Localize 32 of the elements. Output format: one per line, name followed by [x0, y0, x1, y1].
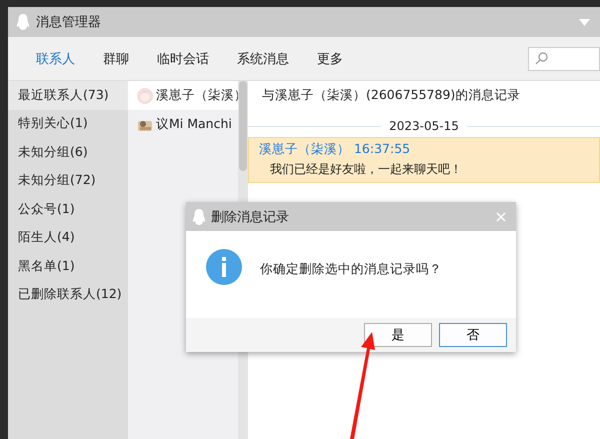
search-field[interactable]: [528, 46, 600, 70]
contact-name: 议Mi Manchi: [156, 116, 232, 133]
dialog-button[interactable]: 是: [364, 323, 432, 347]
tab[interactable]: 联系人: [22, 50, 89, 68]
contact-group[interactable]: 特别关心(1): [8, 110, 128, 138]
contact-group[interactable]: 已删除联系人(12): [8, 280, 128, 309]
dialog-button[interactable]: 否: [439, 323, 507, 347]
window-title: 消息管理器: [36, 14, 102, 31]
contact-group[interactable]: 公众号(1): [8, 195, 128, 224]
penguin-icon: [16, 13, 30, 31]
contact-group[interactable]: 未知分组(72): [8, 166, 128, 195]
contact-group[interactable]: 黑名单(1): [8, 252, 128, 280]
message-header: 溪崽子（柒溪） 16:37:55: [259, 141, 412, 158]
contact-group[interactable]: 陌生人(4): [8, 224, 128, 252]
dropdown-icon[interactable]: [579, 18, 590, 26]
date-label: 2023-05-15: [389, 119, 459, 133]
close-icon[interactable]: [496, 212, 506, 222]
scrollbar-thumb[interactable]: [239, 81, 247, 171]
dialog-title: 删除消息记录: [211, 208, 290, 226]
tab[interactable]: 群聊: [89, 50, 143, 68]
penguin-icon: [192, 208, 206, 226]
contact-group[interactable]: 未知分组(6): [8, 138, 128, 166]
message-text: 我们已经是好友啦，一起来聊天吧！: [269, 161, 463, 178]
dialog-message: 你确定删除选中的消息记录吗？: [260, 261, 442, 278]
contact-group[interactable]: 最近联系人(73): [8, 81, 128, 110]
tab[interactable]: 更多: [303, 50, 357, 68]
avatar-icon: [137, 88, 153, 104]
record-title: 与溪崽子（柒溪）(2606755789)的消息记录: [261, 87, 522, 104]
tab[interactable]: 系统消息: [223, 50, 303, 68]
tab[interactable]: 临时会话: [143, 50, 223, 68]
search-icon: [535, 52, 548, 65]
info-icon: [206, 249, 242, 285]
